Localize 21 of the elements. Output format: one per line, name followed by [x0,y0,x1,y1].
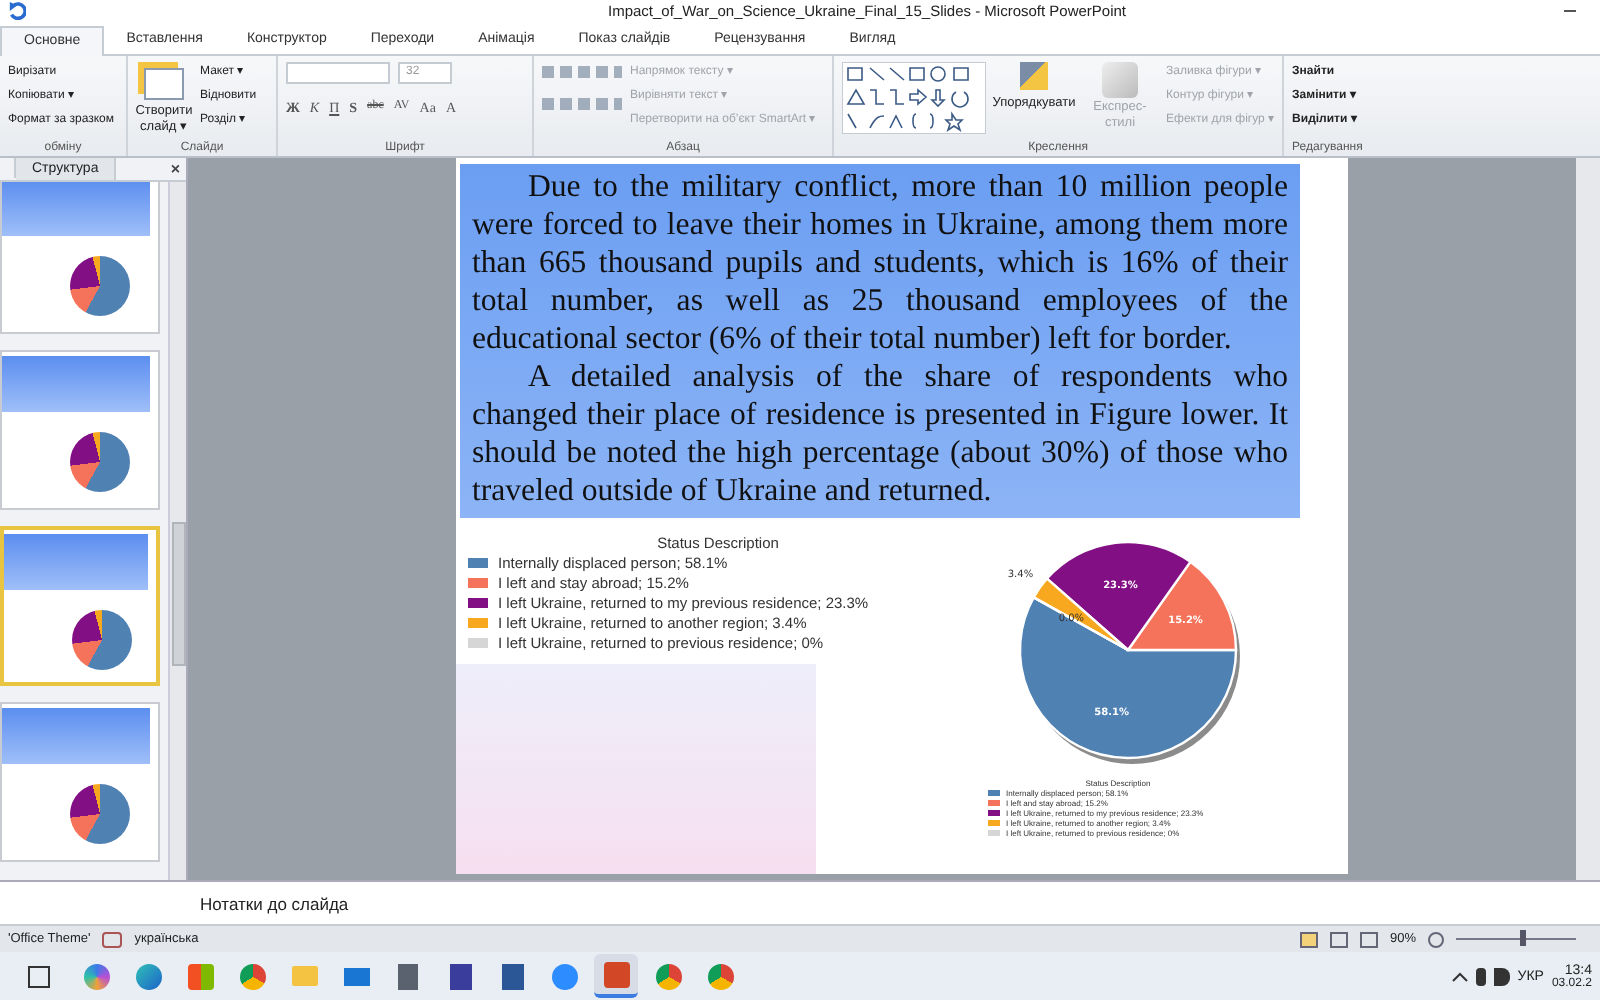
slide-thumbnail[interactable] [0,525,160,686]
close-button[interactable]: × [170,159,180,178]
slide-paragraph: Due to the military conflict, more than 10 million people were forced to leave their homes in Ukraine, among them more than 665 thousand pupils and students, which is 16% of their total number, as well as 25 thousand employees of the educational sector (6% of their total number) left for border. [472,167,1288,358]
chevron-up-icon[interactable] [1451,971,1468,982]
font-name-field[interactable] [286,61,390,84]
taskbar-app[interactable] [594,954,638,999]
minimize-icon[interactable] [1564,10,1576,13]
slide-thumbnail[interactable] [0,181,160,334]
slide-paragraph: A detailed analysis of the share of respondents who changed their place of residence is presented in Figure lower. It should be noted the high percentage (about 30%) of those who traveled outside of Ukraine and returned. [472,357,1288,510]
scrollbar[interactable] [1576,157,1600,881]
slide-thumbnail[interactable] [0,701,160,862]
notes-field[interactable]: Нотатки до слайда [200,893,349,914]
slide-thumbnail[interactable] [0,349,160,510]
slide-icon [144,67,184,100]
scrollbar[interactable] [168,181,186,881]
zoom-slider-thumb[interactable] [1520,930,1526,947]
zoom-out-icon[interactable] [1428,931,1444,948]
task-view-icon[interactable] [28,965,50,988]
shapes-gallery[interactable] [842,61,986,134]
undo-icon[interactable] [8,2,26,21]
style-swatch-icon [1102,61,1138,98]
